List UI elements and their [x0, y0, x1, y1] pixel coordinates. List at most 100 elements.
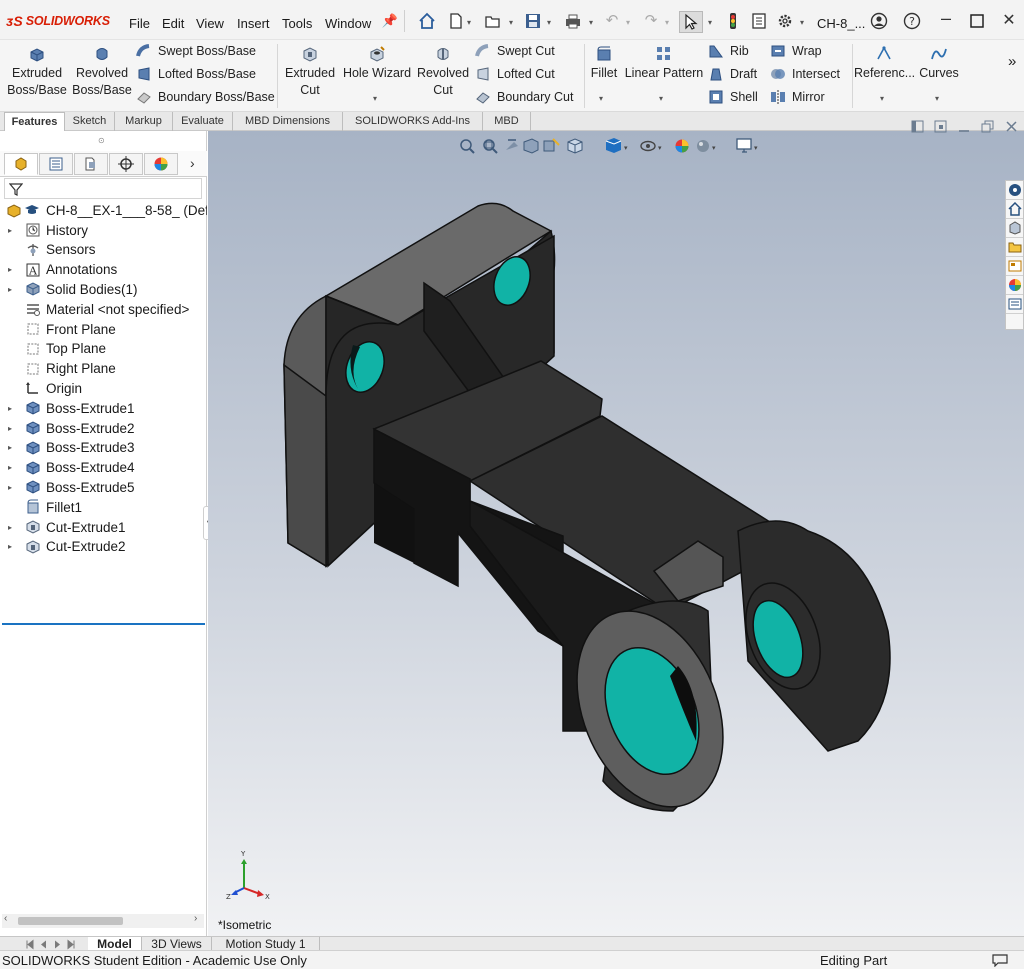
redo-dropdown-icon[interactable]: ▾: [665, 18, 669, 27]
ribbon-more-icon[interactable]: »: [1008, 52, 1016, 72]
undo-icon[interactable]: ↶: [603, 12, 621, 30]
rib-button[interactable]: Rib: [708, 41, 749, 61]
open-folder-icon[interactable]: [484, 12, 502, 30]
fillet-button[interactable]: Fillet: [587, 43, 621, 82]
task-pane-design-library-tab[interactable]: [1006, 219, 1023, 238]
swept-cut-button[interactable]: Swept Cut: [475, 41, 555, 61]
tab-motion-study-1[interactable]: Motion Study 1: [212, 937, 320, 951]
tab-model[interactable]: Model: [88, 937, 142, 951]
tree-item-front-plane[interactable]: Front Plane: [0, 319, 207, 339]
draft-button[interactable]: Draft: [708, 64, 757, 84]
menu-edit[interactable]: Edit: [162, 16, 184, 31]
new-dropdown-icon[interactable]: ▾: [467, 18, 471, 27]
tree-item-boss-extrude2[interactable]: ▸ Boss-Extrude2: [0, 418, 207, 438]
expand-arrow-icon[interactable]: ▸: [8, 542, 12, 551]
user-account-icon[interactable]: [870, 12, 888, 30]
tree-item-fillet1[interactable]: Fillet1: [0, 497, 207, 517]
curves-button[interactable]: Curves: [916, 43, 962, 82]
tab-first-icon[interactable]: [26, 939, 34, 950]
task-pane-resources-tab[interactable]: [1006, 181, 1023, 200]
file-properties-icon[interactable]: [750, 12, 768, 30]
lofted-boss-button[interactable]: Lofted Boss/Base: [136, 64, 256, 84]
tab-next-icon[interactable]: [55, 940, 60, 949]
rollback-bar[interactable]: [2, 623, 205, 625]
redo-icon[interactable]: ↷: [642, 12, 660, 30]
reference-geometry-button[interactable]: Referenc...: [854, 43, 915, 82]
linear-pattern-button[interactable]: Linear Pattern: [622, 43, 706, 82]
fillet-dropdown-icon[interactable]: ▾: [599, 94, 603, 103]
linear-pattern-dropdown-icon[interactable]: ▾: [659, 94, 663, 103]
tab-features[interactable]: Features: [4, 112, 65, 131]
tree-item-annotations[interactable]: ▸ A Annotations: [0, 260, 207, 280]
expand-arrow-icon[interactable]: ▸: [8, 404, 12, 413]
tab-sketch[interactable]: Sketch: [65, 112, 115, 131]
revolved-boss-button[interactable]: Revolved Boss/Base: [72, 43, 132, 99]
graphics-area[interactable]: ▾ ▾ ▾ ▾ Y X Z *Isometric: [208, 120, 1024, 936]
new-document-icon[interactable]: [447, 12, 465, 30]
tree-item-material-not-specified[interactable]: Material <not specified>: [0, 299, 207, 319]
undo-dropdown-icon[interactable]: ▾: [626, 18, 630, 27]
mirror-button[interactable]: Mirror: [770, 87, 825, 107]
display-manager-tab[interactable]: [144, 153, 178, 175]
print-dropdown-icon[interactable]: ▾: [589, 18, 593, 27]
task-pane-view-palette-tab[interactable]: [1006, 257, 1023, 276]
tab-evaluate[interactable]: Evaluate: [173, 112, 233, 131]
hole-wizard-button[interactable]: Hole Wizard: [339, 43, 415, 82]
expand-arrow-icon[interactable]: ▸: [8, 285, 12, 294]
hole-wizard-dropdown-icon[interactable]: ▾: [373, 94, 377, 103]
property-manager-tab[interactable]: [39, 153, 73, 175]
boundary-cut-button[interactable]: Boundary Cut: [475, 87, 573, 107]
help-icon[interactable]: ?: [903, 12, 921, 30]
tree-item-origin[interactable]: Origin: [0, 378, 207, 398]
extruded-cut-button[interactable]: Extruded Cut: [281, 43, 339, 99]
menu-tools[interactable]: Tools: [282, 16, 312, 31]
status-message-icon[interactable]: [992, 953, 1008, 967]
tab-prev-icon[interactable]: [41, 940, 46, 949]
tree-horizontal-scrollbar[interactable]: ‹ ›: [2, 913, 204, 928]
wrap-button[interactable]: Wrap: [770, 41, 822, 61]
save-icon[interactable]: [524, 12, 542, 30]
scrollbar-thumb[interactable]: [18, 917, 123, 925]
tree-item-top-plane[interactable]: Top Plane: [0, 339, 207, 359]
tab-solidworks-add-ins[interactable]: SOLIDWORKS Add-Ins: [343, 112, 483, 131]
dimxpert-manager-tab[interactable]: [109, 153, 143, 175]
rebuild-traffic-light-icon[interactable]: [724, 12, 742, 30]
expand-arrow-icon[interactable]: ▸: [8, 443, 12, 452]
menu-file[interactable]: File: [129, 16, 150, 31]
curves-dropdown-icon[interactable]: ▾: [935, 94, 939, 103]
select-button[interactable]: [679, 11, 703, 33]
tree-item-boss-extrude5[interactable]: ▸ Boss-Extrude5: [0, 477, 207, 497]
open-dropdown-icon[interactable]: ▾: [509, 18, 513, 27]
home-icon[interactable]: [418, 12, 436, 30]
close-window-icon[interactable]: ✕: [1000, 12, 1018, 30]
tree-item-boss-extrude4[interactable]: ▸ Boss-Extrude4: [0, 458, 207, 478]
expand-arrow-icon[interactable]: ▸: [8, 463, 12, 472]
expand-arrow-icon[interactable]: ▸: [8, 523, 12, 532]
tree-item-cut-extrude2[interactable]: ▸ Cut-Extrude2: [0, 537, 207, 557]
minimize-icon[interactable]: –: [937, 9, 955, 27]
reference-dropdown-icon[interactable]: ▾: [880, 94, 884, 103]
panel-tabs-next-icon[interactable]: ›: [190, 155, 195, 171]
panel-collapse-handle-icon[interactable]: ⊙: [98, 136, 105, 145]
maximize-icon[interactable]: [968, 12, 986, 30]
tree-item-sensors[interactable]: Sensors: [0, 240, 207, 260]
intersect-button[interactable]: Intersect: [770, 64, 840, 84]
options-dropdown-icon[interactable]: ▾: [800, 18, 804, 27]
expand-arrow-icon[interactable]: ▸: [8, 226, 12, 235]
expand-arrow-icon[interactable]: ▸: [8, 424, 12, 433]
scroll-right-icon[interactable]: ›: [194, 913, 197, 924]
print-icon[interactable]: [564, 12, 582, 30]
tree-item-cut-extrude1[interactable]: ▸ Cut-Extrude1: [0, 517, 207, 537]
expand-arrow-icon[interactable]: ▸: [8, 483, 12, 492]
tab-markup[interactable]: Markup: [115, 112, 173, 131]
swept-boss-button[interactable]: Swept Boss/Base: [136, 41, 256, 61]
tab-3d-views[interactable]: 3D Views: [142, 937, 212, 951]
configuration-manager-tab[interactable]: [74, 153, 108, 175]
tree-item-boss-extrude1[interactable]: ▸ Boss-Extrude1: [0, 398, 207, 418]
menu-insert[interactable]: Insert: [237, 16, 270, 31]
task-pane-appearances-tab[interactable]: [1006, 276, 1023, 295]
tree-item-history[interactable]: ▸ History: [0, 220, 207, 240]
feature-manager-tab[interactable]: [4, 153, 38, 175]
select-dropdown-icon[interactable]: ▾: [708, 18, 712, 27]
task-pane-home-tab[interactable]: [1006, 200, 1023, 219]
